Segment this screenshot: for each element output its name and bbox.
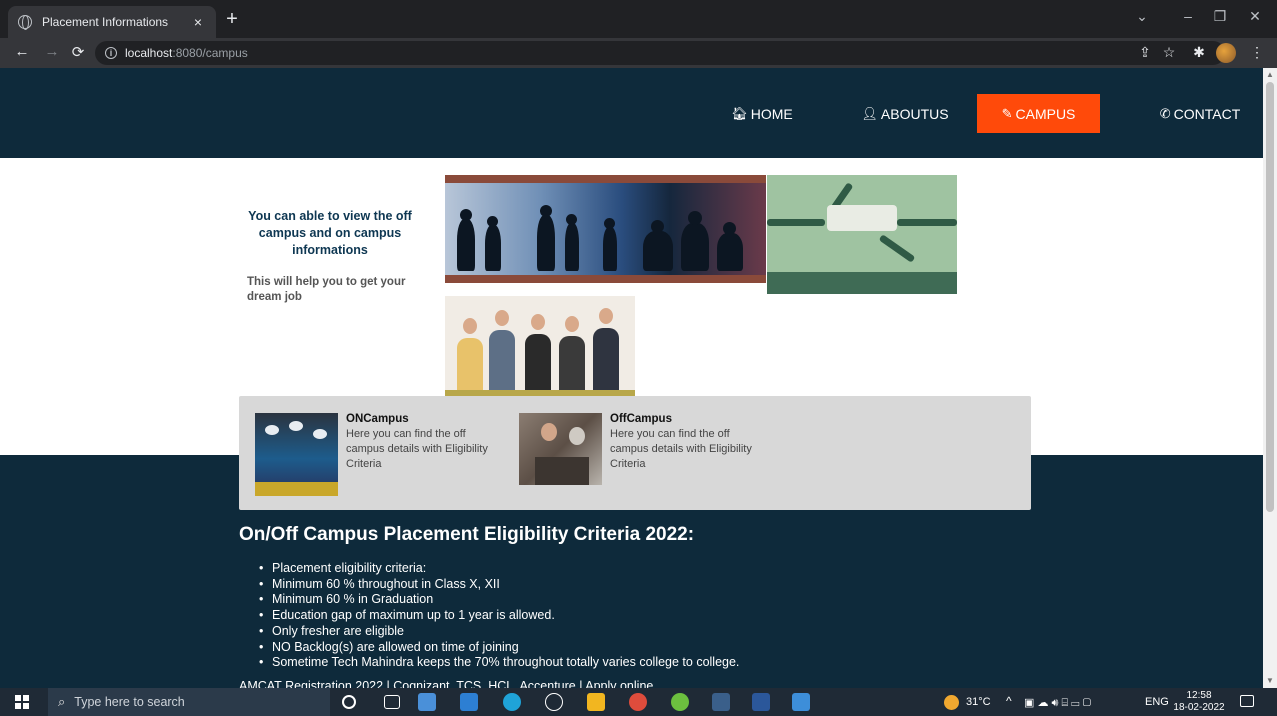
intro-subtext: This will help you to get your dream job (247, 276, 406, 303)
close-window-button[interactable]: ✕ (1245, 8, 1265, 25)
nav-contact[interactable]: ✆ CONTACT (1158, 94, 1242, 133)
nav-contact-label: CONTACT (1173, 105, 1241, 122)
word-app-icon[interactable] (752, 693, 770, 711)
offcampus-thumbnail[interactable] (519, 413, 602, 485)
nav-campus-label: CAMPUS (1015, 105, 1076, 122)
tab-title: Placement Informations (42, 15, 169, 29)
site-navigation: 🏠︎ HOME 👤︎ ABOUTUS ✎ CAMPUS ✆ CONTACT (0, 68, 1263, 158)
clock-time: 12:58 (1186, 690, 1212, 701)
tab-close-button[interactable]: × (190, 14, 206, 30)
user-icon: 👤︎ (861, 105, 878, 121)
campus-options-card: ONCampus Here you can find the off campu… (239, 396, 1031, 510)
tray-icons[interactable]: ▣ ☁ 🔊︎ ⌸ ▭ ▢ (1024, 696, 1091, 710)
mail-app-icon[interactable] (460, 693, 478, 711)
minimize-button[interactable]: – (1178, 8, 1198, 24)
scroll-down-arrow-icon[interactable]: ▼ (1266, 677, 1274, 685)
snipping-tool-icon[interactable] (712, 693, 730, 711)
address-bar[interactable]: i localhost :8080/campus (95, 41, 1225, 65)
criteria-item: Only fresher are eligible (259, 624, 739, 640)
tab-search-icon[interactable]: ⌄ (1132, 8, 1152, 25)
home-icon: 🏠︎ (731, 105, 748, 121)
criteria-item: Education gap of maximum up to 1 year is… (259, 608, 739, 624)
file-explorer-icon[interactable] (587, 693, 605, 711)
amcat-registration-text: AMCAT Registration 2022 | Cognizant, TCS… (239, 679, 654, 688)
offcampus-item[interactable]: OffCampus Here you can find the off camp… (519, 413, 760, 485)
taskbar-clock[interactable]: 12:58 18-02-2022 (1172, 690, 1226, 714)
offcampus-title[interactable]: OffCampus (610, 413, 760, 425)
nav-home[interactable]: 🏠︎ HOME (727, 94, 797, 133)
cortana-icon[interactable] (342, 695, 356, 709)
photos-app-icon[interactable] (418, 693, 436, 711)
edge-browser-icon[interactable] (503, 693, 521, 711)
criteria-item: Minimum 60 % throughout in Class X, XII (259, 577, 739, 593)
browser-toolbar: ← → ⟳ i localhost :8080/campus ⇪ ☆ ✱ ⋮ (0, 38, 1277, 68)
scrollbar-thumb[interactable] (1266, 82, 1274, 512)
browser-tab-bar: Placement Informations × + ⌄ – ❐ ✕ (0, 0, 1277, 38)
criteria-item: Sometime Tech Mahindra keeps the 70% thr… (259, 655, 739, 671)
url-host: localhost (125, 46, 173, 60)
oncampus-description: Here you can find the off campus details… (346, 428, 488, 470)
business-people-image (445, 175, 766, 283)
windows-taskbar: ⌕ Type here to search 31°C ^ ▣ ☁ 🔊︎ ⌸ ▭ … (0, 688, 1277, 716)
nav-aboutus[interactable]: 👤︎ ABOUTUS (860, 94, 950, 133)
clock-date: 18-02-2022 (1173, 702, 1225, 713)
new-tab-button[interactable]: + (222, 9, 242, 29)
intro-heading: You can able to view the off campus and … (248, 209, 412, 257)
scroll-up-arrow-icon[interactable]: ▲ (1266, 71, 1274, 79)
task-view-icon[interactable] (384, 695, 400, 709)
criteria-item: Placement eligibility criteria: (259, 561, 739, 577)
page-viewport: 🏠︎ HOME 👤︎ ABOUTUS ✎ CAMPUS ✆ CONTACT Yo… (0, 68, 1263, 688)
tray-chevron-icon[interactable]: ^ (1006, 694, 1012, 708)
offcampus-description: Here you can find the off campus details… (610, 428, 752, 470)
search-placeholder: Type here to search (74, 695, 185, 709)
phone-icon: ✆ (1159, 105, 1171, 121)
oncampus-thumbnail[interactable] (255, 413, 338, 496)
dell-app-icon[interactable] (545, 693, 563, 711)
forward-button[interactable]: → (42, 43, 62, 60)
oncampus-title[interactable]: ONCampus (346, 413, 496, 425)
profile-avatar[interactable] (1216, 43, 1236, 63)
menu-kebab-icon[interactable]: ⋮ (1248, 44, 1266, 61)
photos-viewer-icon[interactable] (792, 693, 810, 711)
oncampus-item[interactable]: ONCampus Here you can find the off campu… (255, 413, 496, 496)
criteria-item: Minimum 60 % in Graduation (259, 592, 739, 608)
weather-temperature[interactable]: 31°C (966, 696, 991, 708)
browser-tab[interactable]: Placement Informations × (8, 6, 216, 38)
bookmark-star-icon[interactable]: ☆ (1160, 44, 1178, 61)
language-indicator[interactable]: ENG (1145, 696, 1169, 708)
search-icon: ⌕ (58, 694, 66, 709)
url-path: :8080/campus (172, 46, 248, 60)
job-candidates-image (445, 296, 635, 400)
weather-icon[interactable] (944, 695, 959, 710)
criteria-list: Placement eligibility criteria: Minimum … (259, 561, 739, 671)
maximize-button[interactable]: ❐ (1210, 8, 1230, 25)
nav-aboutus-label: ABOUTUS (880, 105, 949, 122)
chrome-browser-icon[interactable] (629, 693, 647, 711)
nav-home-label: HOME (750, 105, 793, 122)
site-info-icon[interactable]: i (105, 47, 117, 59)
page-scrollbar[interactable]: ▲ ▼ (1263, 68, 1277, 688)
share-icon[interactable]: ⇪ (1136, 44, 1154, 61)
edit-icon: ✎ (1001, 105, 1013, 121)
nav-campus[interactable]: ✎ CAMPUS (977, 94, 1100, 133)
globe-icon (18, 15, 32, 30)
criteria-item: NO Backlog(s) are allowed on time of joi… (259, 640, 739, 656)
teamwork-illustration-image (767, 175, 957, 294)
windows-start-icon[interactable] (15, 695, 29, 709)
reload-button[interactable]: ⟳ (68, 43, 88, 61)
taskbar-search[interactable]: ⌕ Type here to search (48, 688, 330, 716)
criteria-heading: On/Off Campus Placement Eligibility Crit… (239, 524, 695, 545)
app-icon[interactable] (671, 693, 689, 711)
notification-icon[interactable] (1240, 695, 1254, 707)
extensions-icon[interactable]: ✱ (1190, 44, 1208, 61)
back-button[interactable]: ← (12, 43, 32, 60)
